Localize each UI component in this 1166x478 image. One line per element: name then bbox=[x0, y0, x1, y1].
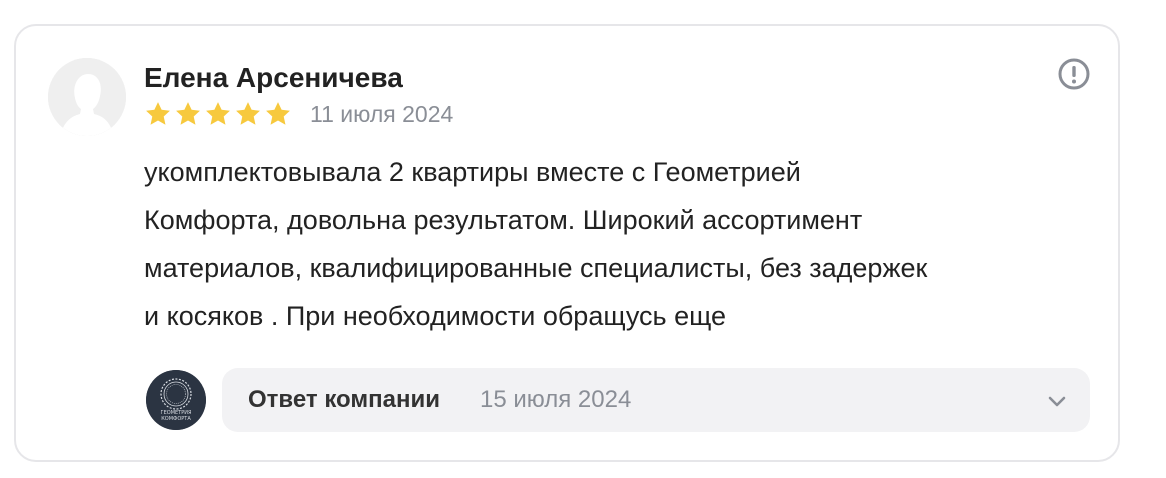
rating-stars bbox=[144, 100, 292, 128]
company-logo[interactable]: ГЕОМЕТРИЯ КОМФОРТА bbox=[146, 370, 206, 430]
report-button[interactable] bbox=[1056, 56, 1092, 92]
author-name[interactable]: Елена Арсеничева bbox=[144, 62, 403, 94]
star-icon bbox=[236, 102, 260, 125]
default-user-silhouette-icon bbox=[48, 58, 126, 136]
exclamation-circle-icon bbox=[1058, 58, 1090, 90]
review-text-line: материалов, квалифицированные специалист… bbox=[144, 253, 928, 283]
review-date: 11 июля 2024 bbox=[310, 101, 454, 127]
review-card: Елена Арсеничева 11 июля 2024 укомплекто… bbox=[14, 24, 1120, 462]
star-icon bbox=[266, 102, 290, 125]
chevron-down-icon bbox=[1048, 396, 1066, 407]
author-avatar[interactable] bbox=[48, 58, 126, 136]
company-reply-toggle[interactable]: Ответ компании 15 июля 2024 bbox=[222, 368, 1090, 432]
company-reply-label: Ответ компании bbox=[248, 386, 440, 413]
star-icon bbox=[176, 102, 200, 125]
star-icon bbox=[146, 102, 170, 125]
company-logo-image: ГЕОМЕТРИЯ КОМФОРТА bbox=[146, 370, 206, 430]
review-text-line: и косяков . При необходимости обращусь е… bbox=[144, 301, 727, 331]
company-reply-date: 15 июля 2024 bbox=[480, 386, 632, 413]
logo-text-line2: КОМФОРТА bbox=[161, 416, 191, 422]
review-text: укомплектовывала 2 квартиры вместе с Гео… bbox=[144, 148, 1094, 340]
review-text-line: укомплектовывала 2 квартиры вместе с Гео… bbox=[144, 157, 801, 187]
review-text-line: Комфорта, довольна результатом. Широкий … bbox=[144, 205, 863, 235]
star-icon bbox=[206, 102, 230, 125]
